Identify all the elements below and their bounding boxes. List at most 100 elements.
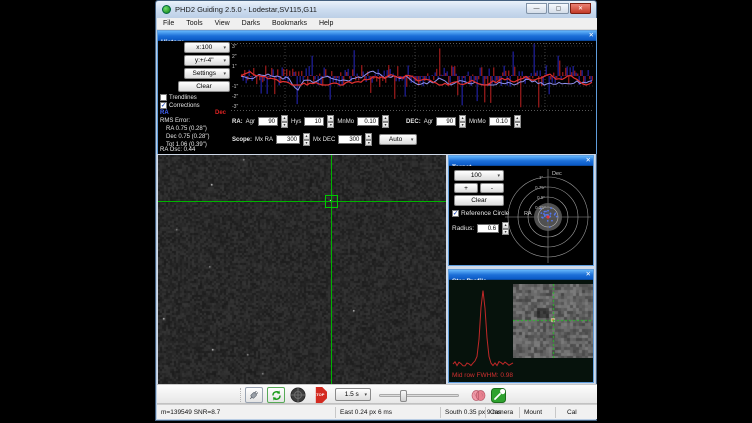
history-yscale-dropdown[interactable]: y:+/-4"▾	[184, 55, 230, 66]
chevron-down-icon: ▾	[411, 135, 414, 145]
gamma-slider[interactable]	[379, 394, 459, 397]
target-clear-button[interactable]: Clear	[454, 195, 504, 206]
target-close-icon[interactable]: ✕	[586, 156, 591, 166]
radius-field[interactable]: 0.6	[477, 224, 499, 233]
history-settings-dropdown[interactable]: Settings▾	[184, 68, 230, 79]
menu-file[interactable]: File	[157, 18, 180, 29]
status-star-mass-snr: m=139549 SNR=8.7	[161, 409, 220, 416]
target-zoom-out-button[interactable]: -	[480, 183, 504, 193]
dec-aggression-field[interactable]: 90	[436, 117, 456, 126]
dec-params-label: DEC:	[406, 119, 421, 125]
dec-guide-mode-dropdown[interactable]: Auto▾	[379, 134, 417, 145]
target-zoom-dropdown[interactable]: 100▾	[454, 170, 504, 181]
ring-label-05: 0.5"	[537, 195, 545, 200]
advanced-settings-button[interactable]	[469, 387, 487, 403]
ra-aggression-field[interactable]: 90	[258, 117, 278, 126]
main-toolbar: STOP 1.5 s ▾	[157, 384, 597, 404]
menu-bar: File Tools View Darks Bookmarks Help	[157, 18, 597, 30]
menu-darks[interactable]: Darks	[236, 18, 266, 29]
star-profile-panel-header[interactable]: Star Profile ✕	[449, 270, 593, 280]
max-dec-duration-field[interactable]: 300	[338, 135, 362, 144]
target-zoom-in-button[interactable]: +	[454, 183, 478, 193]
max-dec-stepper[interactable]: ▲▼	[365, 133, 372, 146]
menu-tools[interactable]: Tools	[180, 18, 208, 29]
corrections-row: ✓ Corrections	[160, 102, 200, 109]
dec-minmove-stepper[interactable]: ▲▼	[514, 115, 521, 128]
crosshair-vertical-line	[331, 155, 332, 384]
max-ra-stepper[interactable]: ▲▼	[303, 133, 310, 146]
desktop-background: PHD2 Guiding 2.5.0 - Lodestar,SV115,G11 …	[0, 0, 752, 423]
ra-hysteresis-stepper[interactable]: ▲▼	[327, 115, 334, 128]
camera-settings-button[interactable]	[489, 387, 507, 403]
loop-exposures-button[interactable]	[267, 387, 285, 403]
target-bullseye-display: Dec RA 1" 0.75" 0.5" 0.25"	[503, 166, 593, 265]
guide-params-row: RA: Agr 90 ▲▼ Hys 10 ▲▼ MnMo 0.10 ▲▼ DEC…	[232, 115, 521, 128]
trendlines-checkbox[interactable]	[160, 94, 167, 101]
star-zoom-image	[513, 284, 593, 358]
stop-button[interactable]: STOP	[310, 387, 328, 403]
close-button[interactable]: ✕	[570, 3, 591, 14]
history-close-icon[interactable]: ✕	[589, 31, 594, 41]
starfield-image[interactable]	[158, 155, 446, 384]
ra-minmove-stepper[interactable]: ▲▼	[382, 115, 389, 128]
minimize-button[interactable]: —	[526, 3, 547, 14]
window-title: PHD2 Guiding 2.5.0 - Lodestar,SV115,G11	[175, 5, 317, 14]
history-controls: x:100▾ y:+/-4"▾ Settings▾ Clear Trendlin…	[158, 41, 230, 154]
radius-row: Radius: 0.6 ▲▼	[452, 222, 509, 235]
menu-help[interactable]: Help	[313, 18, 339, 29]
dec-legend[interactable]: Dec	[215, 110, 226, 116]
svg-text:-3": -3"	[232, 104, 238, 110]
status-bar: m=139549 SNR=8.7 East 0.24 px 6 ms South…	[157, 404, 597, 419]
guide-button[interactable]	[289, 387, 307, 403]
star-profile-panel: Star Profile ✕ Mid row FWHM: 0.98	[448, 269, 594, 383]
ring-label-1: 1"	[539, 175, 544, 180]
target-panel-header[interactable]: Target ✕	[449, 156, 593, 166]
target-panel-body: 100▾ + - Clear ✓ Reference Circle Radius…	[449, 166, 593, 265]
ra-axis-label: RA	[524, 211, 532, 217]
target-panel: Target ✕ 100▾ + - Clear ✓ Reference Circ…	[448, 155, 594, 266]
ring-label-075: 0.75"	[535, 185, 546, 190]
status-ra-correction: East 0.24 px 6 ms	[340, 409, 392, 416]
ra-legend[interactable]: RA	[160, 110, 169, 116]
crosshair-horizontal-line	[158, 201, 446, 202]
dec-aggression-stepper[interactable]: ▲▼	[459, 115, 466, 128]
ra-aggression-stepper[interactable]: ▲▼	[281, 115, 288, 128]
title-bar[interactable]: PHD2 Guiding 2.5.0 - Lodestar,SV115,G11 …	[156, 1, 596, 18]
reference-circle-checkbox[interactable]: ✓	[452, 210, 459, 217]
dec-minmove-field[interactable]: 0.10	[489, 117, 511, 126]
phd2-main-window: PHD2 Guiding 2.5.0 - Lodestar,SV115,G11 …	[155, 0, 597, 421]
guide-crosshair-icon	[290, 387, 306, 403]
radius-label: Radius:	[452, 225, 474, 232]
toolbar-grip[interactable]	[240, 388, 242, 402]
phd2-logo-icon	[162, 5, 171, 14]
rms-error-title: RMS Error:	[160, 118, 190, 124]
guider-image-display[interactable]	[158, 155, 446, 384]
ring-label-025: 0.25"	[535, 205, 546, 210]
history-xscale-dropdown[interactable]: x:100▾	[184, 42, 230, 53]
corrections-checkbox[interactable]: ✓	[160, 102, 167, 109]
menu-bookmarks[interactable]: Bookmarks	[266, 18, 313, 29]
exposure-duration-dropdown[interactable]: 1.5 s ▾	[335, 388, 371, 401]
max-ra-duration-field[interactable]: 300	[276, 135, 300, 144]
reference-circle-row: ✓ Reference Circle	[452, 210, 509, 217]
scope-params-row: Scope: Mx RA 300 ▲▼ Mx DEC 300 ▲▼ Auto▾	[232, 133, 417, 146]
history-panel-header[interactable]: History ✕	[158, 31, 596, 41]
dec-axis-label: Dec	[552, 171, 562, 177]
history-clear-button[interactable]: Clear	[178, 81, 230, 92]
trendlines-row: Trendlines	[160, 94, 197, 101]
connect-equipment-button[interactable]	[245, 387, 263, 403]
rms-dec-value: Dec 0.75 (0.28")	[166, 134, 210, 140]
svg-text:-2": -2"	[232, 94, 238, 100]
star-profile-close-icon[interactable]: ✕	[586, 270, 591, 280]
status-mount-indicator: Mount	[524, 409, 542, 416]
ra-minmove-field[interactable]: 0.10	[357, 117, 379, 126]
current-position-dot	[546, 215, 549, 218]
maximize-button[interactable]: ▢	[548, 3, 569, 14]
svg-text:-1": -1"	[232, 84, 238, 90]
chevron-down-icon: ▾	[497, 171, 500, 181]
history-panel: History ✕ x:100▾ y:+/-4"▾ Settings▾ Clea…	[157, 30, 597, 154]
menu-view[interactable]: View	[209, 18, 236, 29]
brain-icon	[471, 389, 486, 402]
gamma-slider-thumb[interactable]	[400, 390, 407, 402]
ra-hysteresis-field[interactable]: 10	[304, 117, 324, 126]
